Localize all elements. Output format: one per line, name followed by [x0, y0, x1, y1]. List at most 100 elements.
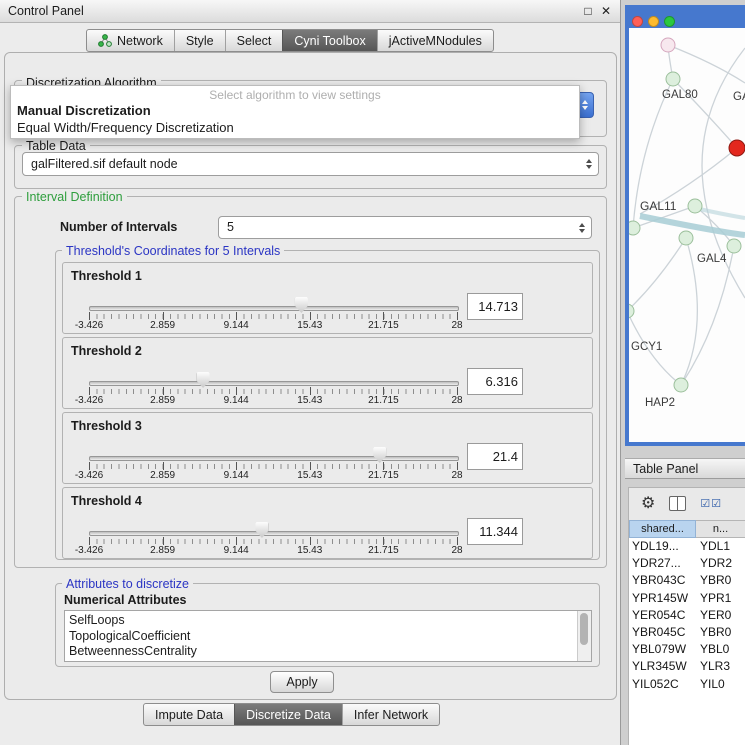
network-node-gal4[interactable]: [679, 231, 693, 245]
tab-discretize-data[interactable]: Discretize Data: [234, 704, 342, 725]
network-node-gcy1[interactable]: [629, 304, 634, 318]
cell: YLR345W: [629, 658, 696, 675]
node-label-hap2: HAP2: [645, 397, 675, 409]
network-node-gal11[interactable]: [688, 199, 702, 213]
window-controls: [632, 16, 675, 27]
tab-select[interactable]: Select: [225, 30, 283, 51]
cell: YDR27...: [629, 555, 696, 572]
cell: YLR3: [696, 658, 745, 675]
slider-track[interactable]: [89, 381, 459, 386]
column-header-name[interactable]: n...: [696, 520, 745, 538]
table-row[interactable]: YBR045CYBR0: [629, 624, 745, 641]
node-label-partial: GA: [733, 91, 745, 103]
network-node[interactable]: [661, 38, 675, 52]
algorithm-option-equal-width[interactable]: Equal Width/Frequency Discretization: [11, 119, 579, 136]
network-node-selected-red[interactable]: [729, 140, 745, 156]
stepper-arrows-icon: [586, 159, 592, 169]
table-row[interactable]: YBR043CYBR0: [629, 572, 745, 589]
scale-label: 15.43: [297, 395, 322, 406]
slider-ticks: [89, 464, 457, 469]
threshold-2-value[interactable]: 6.316: [467, 368, 523, 395]
network-canvas[interactable]: GAL80 GA GAL11 GAL4 GCY1 HAP2: [629, 28, 745, 442]
threshold-4-value[interactable]: 11.344: [467, 518, 523, 545]
float-icon[interactable]: □: [580, 0, 596, 22]
table-row[interactable]: YER054CYER0: [629, 607, 745, 624]
scale-label: 15.43: [297, 470, 322, 481]
scrollbar-thumb[interactable]: [580, 613, 588, 645]
stepper-arrows-icon: [579, 223, 585, 233]
network-view-window: GAL80 GA GAL11 GAL4 GCY1 HAP2: [625, 5, 745, 446]
tab-jactivemnodules[interactable]: jActiveMNodules: [377, 30, 493, 51]
columns-icon[interactable]: [669, 496, 686, 511]
apply-button[interactable]: Apply: [270, 671, 334, 693]
zoom-traffic-light[interactable]: [664, 16, 675, 27]
cell: YER0: [696, 607, 745, 624]
slider-ticks: [89, 314, 457, 319]
thresholds-group-legend: Threshold's Coordinates for 5 Intervals: [62, 244, 284, 258]
table-row[interactable]: YDR27...YDR2: [629, 555, 745, 572]
gear-icon[interactable]: ⚙: [641, 493, 655, 513]
cell: YBR045C: [629, 624, 696, 641]
threshold-4-slider: -3.426 2.859 9.144 15.43 21.715 28: [89, 488, 457, 558]
node-label-gcy1: GCY1: [631, 341, 662, 353]
scale-label: -3.426: [75, 320, 103, 331]
scale-label: -3.426: [75, 395, 103, 406]
tab-infer-network-label: Infer Network: [354, 708, 428, 722]
network-node[interactable]: [629, 221, 640, 235]
list-item[interactable]: TopologicalCoefficient: [65, 629, 591, 645]
cell: YDL1: [696, 538, 745, 555]
table-row[interactable]: YIL052CYIL0: [629, 676, 745, 693]
network-node[interactable]: [727, 239, 741, 253]
attributes-group-legend: Attributes to discretize: [62, 577, 193, 591]
list-item[interactable]: SelfLoops: [65, 611, 591, 629]
column-header-shared-name[interactable]: shared...: [629, 520, 696, 538]
cell: YPR145W: [629, 590, 696, 607]
scale-label: 21.715: [368, 395, 399, 406]
close-traffic-light[interactable]: [632, 16, 643, 27]
table-data-combo[interactable]: galFiltered.sif default node: [22, 152, 599, 176]
close-icon[interactable]: ✕: [598, 0, 614, 22]
table-row[interactable]: YPR145WYPR1: [629, 590, 745, 607]
tab-discretize-data-label: Discretize Data: [246, 708, 331, 722]
number-of-intervals-combo[interactable]: 5: [218, 216, 592, 239]
tab-infer-network[interactable]: Infer Network: [342, 704, 439, 725]
cell: YBR043C: [629, 572, 696, 589]
network-node-gal80[interactable]: [666, 72, 680, 86]
cell: YBL0: [696, 641, 745, 658]
tab-impute-data[interactable]: Impute Data: [144, 704, 234, 725]
slider-track[interactable]: [89, 456, 459, 461]
tab-style[interactable]: Style: [174, 30, 225, 51]
table-row[interactable]: YBL079WYBL0: [629, 641, 745, 658]
scale-label: 2.859: [150, 545, 175, 556]
cell: YER054C: [629, 607, 696, 624]
scale-label: 9.144: [224, 395, 249, 406]
node-label-gal11: GAL11: [640, 199, 677, 213]
table-header-row: shared... n...: [629, 520, 745, 538]
control-panel-titlebar: Control Panel □ ✕: [0, 0, 620, 23]
scale-label: -3.426: [75, 545, 103, 556]
network-node-hap2[interactable]: [674, 378, 688, 392]
scale-label: 2.859: [150, 320, 175, 331]
checkbox-icons[interactable]: ☑☑: [700, 497, 722, 510]
list-item[interactable]: BetweennessCentrality: [65, 644, 591, 660]
table-row[interactable]: YDL19...YDL1: [629, 538, 745, 555]
node-label-gal80: GAL80: [662, 89, 698, 101]
slider-ticks: [89, 389, 457, 394]
tab-cyni-toolbox[interactable]: Cyni Toolbox: [282, 30, 376, 51]
cell: YIL052C: [629, 676, 696, 693]
slider-track[interactable]: [89, 531, 459, 536]
list-scrollbar[interactable]: [577, 611, 591, 661]
scale-label: 21.715: [368, 320, 399, 331]
threshold-1-value[interactable]: 14.713: [467, 293, 523, 320]
scale-label: 2.859: [150, 395, 175, 406]
algorithm-option-manual[interactable]: Manual Discretization: [11, 102, 579, 119]
threshold-4-panel: Threshold 4 -3.426 2.859 9.144 15.43 21.…: [62, 487, 593, 559]
slider-track[interactable]: [89, 306, 459, 311]
threshold-3-value[interactable]: 21.4: [467, 443, 523, 470]
tab-jactivemnodules-label: jActiveMNodules: [389, 34, 482, 48]
cell: YDR2: [696, 555, 745, 572]
cell: YDL19...: [629, 538, 696, 555]
minimize-traffic-light[interactable]: [648, 16, 659, 27]
table-row[interactable]: YLR345WYLR3: [629, 658, 745, 675]
tab-network[interactable]: Network: [87, 30, 174, 51]
